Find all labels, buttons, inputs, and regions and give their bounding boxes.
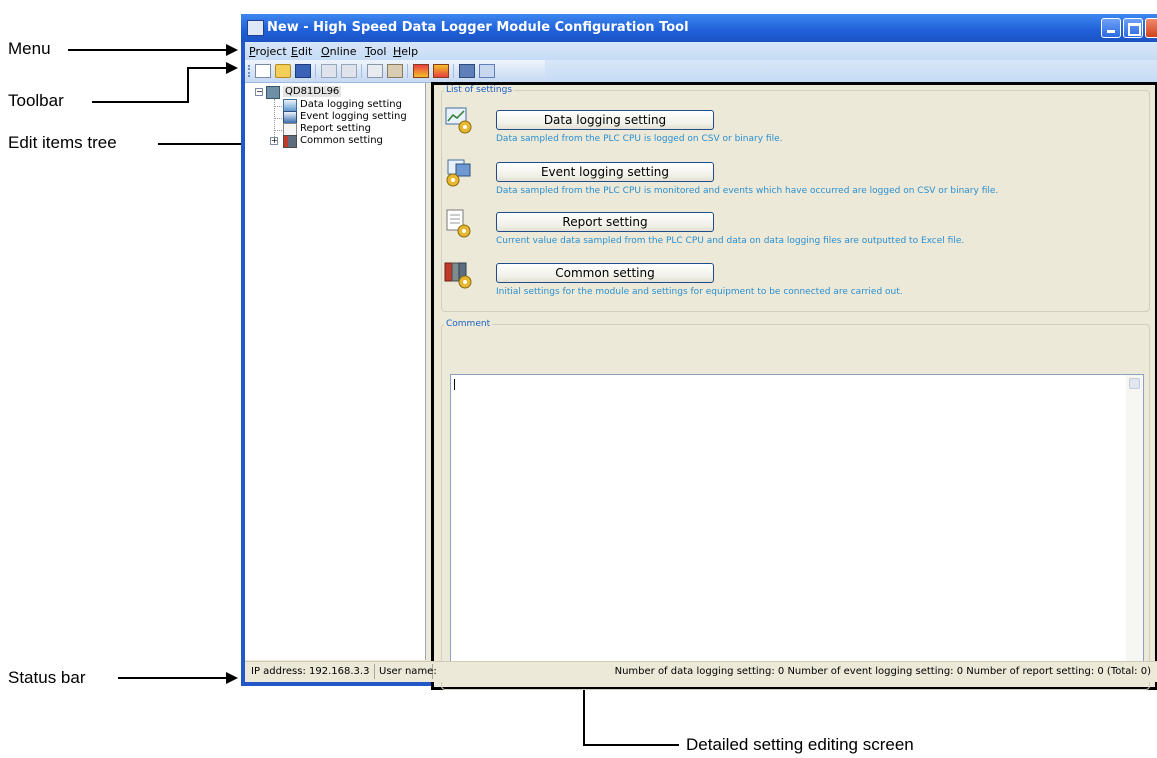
toolbar-separator [453,64,454,78]
callout-toolbar: Toolbar [8,91,64,110]
data-logging-description: Data sampled from the PLC CPU is logged … [496,134,783,144]
tree-item-event-logging[interactable]: Event logging setting [300,111,407,122]
callout-detail-line-h [583,744,679,746]
tree-item-common[interactable]: Common setting [300,135,383,146]
status-setting-counts: Number of data logging setting: 0 Number… [614,666,1151,677]
tree-item-report[interactable]: Report setting [300,123,371,134]
window-title: New - High Speed Data Logger Module Conf… [267,20,689,35]
title-bar[interactable]: New - High Speed Data Logger Module Conf… [241,14,1157,42]
collapse-toggle[interactable]: − [255,88,263,96]
menu-project[interactable]: Project [249,45,287,58]
module-icon [266,86,280,99]
toolbar-separator [361,64,362,78]
write-icon[interactable] [413,64,429,78]
format-icon[interactable] [479,64,495,78]
report-icon [444,209,474,239]
client-area: Project Edit Online Tool Help − QD81DL96… [245,42,1157,690]
menu-bar: Project Edit Online Tool Help [245,42,1157,60]
common-description: Initial settings for the module and sett… [496,287,903,297]
detail-editing-screen: List of settings Data logging setting Da… [431,82,1157,690]
callout-toolbar-line-h2 [187,67,227,69]
report-setting-button[interactable]: Report setting [496,212,714,232]
callout-menu-line [68,49,228,51]
toolbar-grip[interactable] [248,65,252,77]
tree-root-label[interactable]: QD81DL96 [283,86,342,97]
menu-online[interactable]: Online [321,45,357,58]
text-cursor [454,379,455,390]
status-user-name: User name: [375,664,437,679]
diagnostics-icon[interactable] [459,64,475,78]
toolbar-separator [315,64,316,78]
data-logging-icon [444,105,474,135]
toolbar-background [545,60,1157,82]
callout-menu: Menu [8,39,51,58]
menu-help[interactable]: Help [393,45,418,58]
read-icon[interactable] [433,64,449,78]
callout-toolbar-arrow [226,62,238,74]
tree-connector [274,106,282,107]
paste-icon[interactable] [387,64,403,78]
status-bar: IP address: 192.168.3.3 User name: Numbe… [245,661,1157,682]
app-icon [247,20,264,36]
close-button[interactable] [1145,18,1157,38]
app-window: New - High Speed Data Logger Module Conf… [241,14,1157,690]
import-icon[interactable] [321,64,337,78]
save-icon[interactable] [295,64,311,78]
minimize-button[interactable] [1101,18,1121,38]
common-setting-button[interactable]: Common setting [496,263,714,283]
callout-menu-arrow [226,44,238,56]
list-of-settings-legend: List of settings [444,85,515,95]
callout-tree: Edit items tree [8,133,117,152]
comment-legend: Comment [444,319,493,329]
toolbar-separator [407,64,408,78]
export-icon[interactable] [341,64,357,78]
callout-status: Status bar [8,668,86,687]
common-setting-icon [444,259,474,289]
report-description: Current value data sampled from the PLC … [496,236,965,246]
maximize-button[interactable] [1123,18,1143,38]
menu-edit[interactable]: Edit [291,45,312,58]
tree-connector [274,118,282,119]
callout-toolbar-line-v [187,67,189,103]
callout-detail-line-v [583,688,585,746]
comment-textarea[interactable] [450,374,1144,682]
expand-toggle[interactable]: + [270,137,278,145]
callout-detail: Detailed setting editing screen [686,735,914,754]
event-logging-icon [444,158,474,188]
new-icon[interactable] [255,64,271,78]
scroll-up-icon[interactable] [1129,378,1140,389]
tree-connector [274,130,282,131]
callout-toolbar-line-h [92,101,188,103]
callout-status-arrow [226,672,238,684]
common-setting-icon [283,135,297,148]
event-logging-setting-button[interactable]: Event logging setting [496,162,714,182]
edit-items-tree[interactable]: − QD81DL96 Data logging setting Event lo… [245,83,426,660]
open-icon[interactable] [275,64,291,78]
callout-status-line [118,677,228,679]
comment-scrollbar[interactable] [1126,375,1143,681]
copy-icon[interactable] [367,64,383,78]
tree-item-data-logging[interactable]: Data logging setting [300,99,402,110]
toolbar [245,60,545,83]
menu-tool[interactable]: Tool [365,45,386,58]
event-logging-description: Data sampled from the PLC CPU is monitor… [496,186,999,196]
status-ip-address: IP address: 192.168.3.3 [247,664,375,679]
data-logging-setting-button[interactable]: Data logging setting [496,110,714,130]
